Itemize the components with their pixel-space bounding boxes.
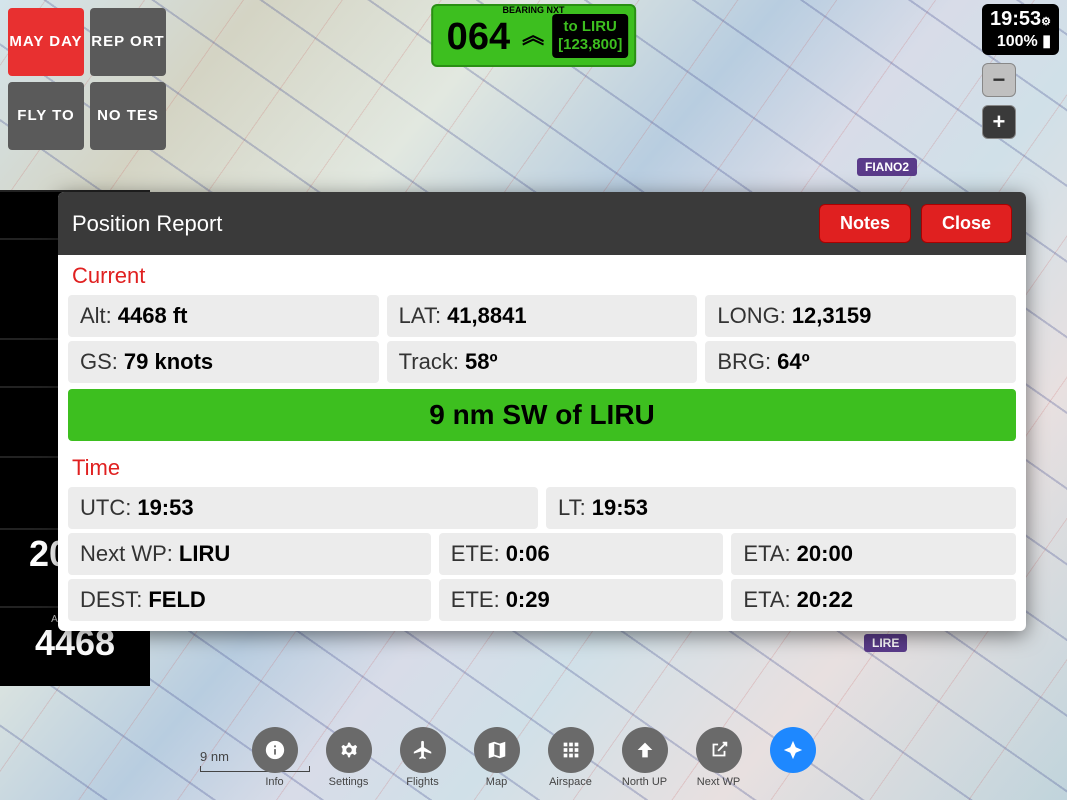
position-banner: 9 nm SW of LIRU <box>68 389 1016 441</box>
cell-nextwp-ete: ETE:0:06 <box>439 533 724 575</box>
report-button[interactable]: REP ORT <box>90 8 166 76</box>
zoom-out-button[interactable]: − <box>982 63 1016 97</box>
bearing-value: 064 <box>439 10 514 61</box>
dialog-close-button[interactable]: Close <box>921 204 1012 243</box>
airplane-icon <box>412 739 434 761</box>
map-icon <box>486 739 508 761</box>
cell-brg: BRG:64º <box>705 341 1016 383</box>
cell-long: LONG:12,3159 <box>705 295 1016 337</box>
chevron-up-icon: ︽ <box>522 27 544 45</box>
info-button[interactable]: Info <box>252 727 298 788</box>
battery-icon: ▮ <box>1042 33 1051 50</box>
dialog-title: Position Report <box>72 211 809 237</box>
top-left-button-grid: MAY DAY REP ORT FLY TO NO TES <box>8 8 166 150</box>
northup-button[interactable]: North UP <box>622 727 668 788</box>
zoom-in-button[interactable]: + <box>982 105 1016 139</box>
cell-track: Track:58º <box>387 341 698 383</box>
bearing-label: BEARING NXT <box>502 5 564 15</box>
cell-dest: DEST:FELD <box>68 579 431 621</box>
cell-dest-ete: ETE:0:29 <box>439 579 724 621</box>
grid-icon <box>560 739 582 761</box>
map-label-fiano2: FIANO2 <box>857 158 917 176</box>
time-heading: Time <box>58 447 1026 487</box>
cell-lat: LAT:41,8841 <box>387 295 698 337</box>
info-icon <box>264 739 286 761</box>
cell-lt: LT:19:53 <box>546 487 1016 529</box>
current-heading: Current <box>58 255 1026 295</box>
clock-battery-box: 19:53⚙ 100% ▮ <box>982 4 1059 55</box>
share-icon <box>708 739 730 761</box>
arrow-up-icon <box>634 739 656 761</box>
compass-icon <box>782 739 804 761</box>
bearing-destination: to LIRU [123,800] <box>552 14 628 58</box>
bearing-indicator[interactable]: BEARING NXT 064 ︽ to LIRU [123,800] <box>431 4 637 67</box>
gear-icon <box>338 739 360 761</box>
settings-button[interactable]: Settings <box>326 727 372 788</box>
airspace-button[interactable]: Airspace <box>548 727 594 788</box>
cell-dest-eta: ETA:20:22 <box>731 579 1016 621</box>
flyto-button[interactable]: FLY TO <box>8 82 84 150</box>
dialog-notes-button[interactable]: Notes <box>819 204 911 243</box>
notes-button[interactable]: NO TES <box>90 82 166 150</box>
map-button[interactable]: Map <box>474 727 520 788</box>
compass-button[interactable] <box>770 727 816 788</box>
bottom-toolbar: Info Settings Flights Map Airspace North… <box>252 727 816 788</box>
flights-button[interactable]: Flights <box>400 727 446 788</box>
cell-nextwp-eta: ETA:20:00 <box>731 533 1016 575</box>
nextwp-button[interactable]: Next WP <box>696 727 742 788</box>
cell-nextwp: Next WP:LIRU <box>68 533 431 575</box>
mayday-button[interactable]: MAY DAY <box>8 8 84 76</box>
cell-utc: UTC:19:53 <box>68 487 538 529</box>
cell-alt: Alt:4468 ft <box>68 295 379 337</box>
map-label-lire: LIRE <box>864 634 907 652</box>
cell-gs: GS:79 knots <box>68 341 379 383</box>
position-report-dialog: Position Report Notes Close Current Alt:… <box>58 192 1026 631</box>
